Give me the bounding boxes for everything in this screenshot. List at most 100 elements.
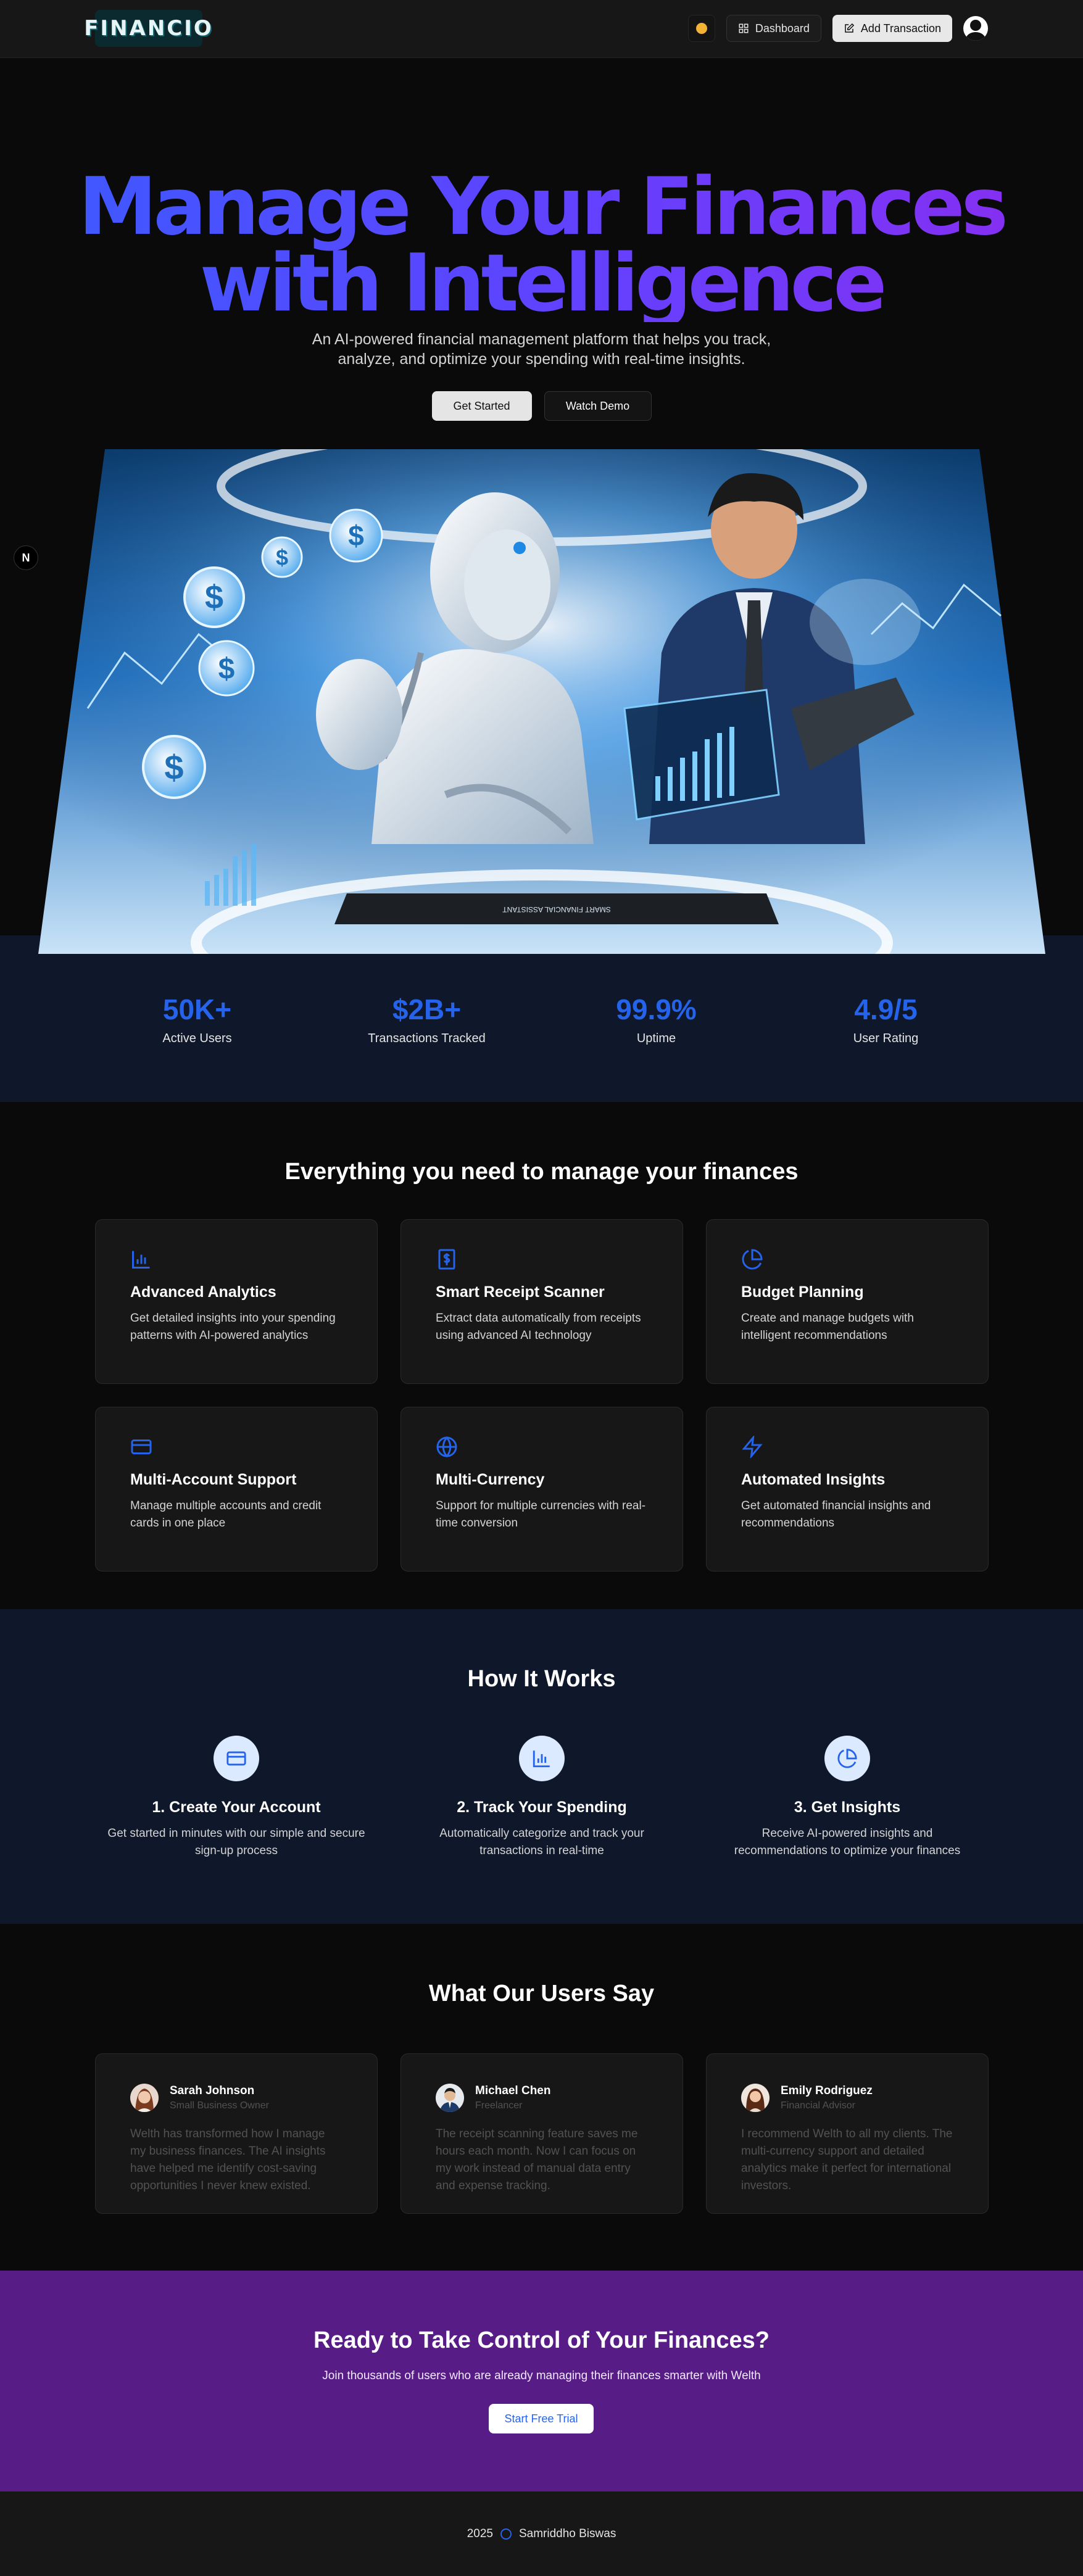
feature-desc: Get detailed insights into your spending…: [130, 1312, 336, 1342]
hero-subtitle-line2: analyze, and optimize your spending with…: [338, 350, 745, 368]
logo[interactable]: FINANCIO: [84, 10, 212, 47]
step-track-spending: 2. Track Your Spending Automatically cat…: [400, 1736, 683, 1860]
get-started-button[interactable]: Get Started: [431, 391, 532, 421]
testimonial-quote: Welth has transformed how I manage my bu…: [130, 2127, 326, 2192]
testimonial-role: Freelancer: [475, 2100, 523, 2111]
feature-desc: Extract data automatically from receipts…: [436, 1312, 641, 1342]
zap-icon: [742, 1435, 763, 1459]
stat-label: Uptime: [636, 1031, 676, 1045]
testimonial-name: Sarah Johnson: [170, 2084, 255, 2097]
pie-chart-icon: [742, 1249, 763, 1270]
watch-demo-button[interactable]: Watch Demo: [544, 391, 652, 421]
feature-card-multi-account: Multi-Account Support Manage multiple ac…: [95, 1407, 378, 1572]
dashboard-label: Dashboard: [755, 22, 810, 35]
testimonial-quote: The receipt scanning feature saves me ho…: [436, 2127, 638, 2192]
feature-card-analytics: Advanced Analytics Get detailed insights…: [95, 1219, 378, 1384]
avatar: [741, 2084, 770, 2112]
hero-subtitle-line1: An AI-powered financial management platf…: [312, 331, 771, 348]
stat-value: 99.9%: [616, 993, 697, 1025]
how-title: How It Works: [467, 1666, 616, 1692]
feature-desc: Get automated financial insights and rec…: [741, 1499, 931, 1530]
features-section: Everything you need to manage your finan…: [0, 1102, 1083, 1609]
hero-title-line1: Manage Your Finances: [78, 161, 1005, 253]
user-avatar[interactable]: [963, 16, 988, 41]
testimonials-grid: Sarah Johnson Small Business Owner Welth…: [95, 2053, 989, 2214]
layout-dashboard-icon: [739, 23, 749, 33]
feature-title: Multi-Account Support: [130, 1471, 297, 1488]
feature-title: Advanced Analytics: [130, 1283, 276, 1301]
testimonials-section: What Our Users Say Sarah Johnson Small B…: [0, 1924, 1083, 2271]
step-icon-circle: [519, 1736, 565, 1781]
stat-label: Transactions Tracked: [368, 1031, 486, 1045]
avatar: [130, 2084, 159, 2112]
stat-active-users: 50K+ Active Users: [83, 992, 312, 1046]
footer: 2025 Samriddho Biswas: [0, 2491, 1083, 2576]
hero-image-caption: SMART FINANCIAL ASSISTANT: [502, 905, 611, 914]
stat-value: $2B+: [392, 993, 462, 1025]
stat-label: Active Users: [162, 1031, 232, 1045]
svg-text:$: $: [164, 748, 183, 787]
hero-subtitle: An AI-powered financial management platf…: [0, 329, 1083, 369]
testimonial-person: Michael Chen Freelancer: [436, 2084, 648, 2112]
add-transaction-button[interactable]: Add Transaction: [832, 15, 952, 42]
bar-chart-icon: [533, 1750, 550, 1768]
feature-desc: Create and manage budgets with intellige…: [741, 1312, 914, 1342]
stat-transactions: $2B+ Transactions Tracked: [312, 992, 542, 1046]
stat-value: 4.9/5: [854, 993, 918, 1025]
stat-label: User Rating: [853, 1031, 919, 1045]
step-desc: Automatically categorize and track your …: [439, 1827, 644, 1857]
features-title: Everything you need to manage your finan…: [284, 1159, 799, 1185]
testimonial-name: Emily Rodriguez: [781, 2084, 873, 2097]
testimonial-role: Financial Advisor: [781, 2100, 855, 2111]
svg-text:$: $: [348, 520, 364, 552]
stat-value: 50K+: [162, 993, 232, 1025]
steps-list: 1. Create Your Account Get started in mi…: [95, 1736, 989, 1860]
feature-card-receipt: Smart Receipt Scanner Extract data autom…: [400, 1219, 683, 1384]
step-create-account: 1. Create Your Account Get started in mi…: [95, 1736, 378, 1860]
stat-user-rating: 4.9/5 User Rating: [771, 992, 1001, 1046]
svg-text:$: $: [276, 545, 288, 570]
step-get-insights: 3. Get Insights Receive AI-powered insig…: [706, 1736, 989, 1860]
sun-icon: [695, 23, 707, 34]
stat-uptime: 99.9% Uptime: [542, 992, 771, 1046]
feature-desc: Support for multiple currencies with rea…: [436, 1499, 646, 1530]
receipt-icon: [438, 1249, 455, 1270]
feature-title: Smart Receipt Scanner: [436, 1283, 605, 1301]
hero-buttons: Get Started Watch Demo: [0, 391, 1083, 421]
theme-toggle-button[interactable]: [687, 15, 715, 42]
hero-title-line2: with Intelligence: [199, 238, 884, 329]
feature-title: Budget Planning: [741, 1283, 864, 1301]
feature-card-multi-currency: Multi-Currency Support for multiple curr…: [400, 1407, 683, 1572]
testimonial-name: Michael Chen: [475, 2084, 551, 2097]
dashboard-button[interactable]: Dashboard: [726, 15, 821, 42]
footer-year: 2025: [467, 2527, 493, 2540]
hero-banner-image: $ $ $ $ $ SMART FINANCIAL ASSISTANT: [38, 449, 1045, 954]
nav-actions: Dashboard Add Transaction: [687, 15, 988, 42]
feature-desc: Manage multiple accounts and credit card…: [130, 1499, 322, 1530]
testimonials-title: What Our Users Say: [428, 1981, 655, 2007]
cta-title: Ready to Take Control of Your Finances?: [313, 2327, 770, 2353]
side-badge[interactable]: N: [14, 545, 38, 570]
step-title: 2. Track Your Spending: [457, 1799, 627, 1816]
features-grid: Advanced Analytics Get detailed insights…: [95, 1219, 989, 1572]
feature-title: Multi-Currency: [436, 1471, 545, 1488]
pie-chart-icon: [837, 1749, 857, 1768]
credit-card-icon: [226, 1751, 246, 1766]
footer-author: Samriddho Biswas: [518, 2527, 616, 2540]
svg-text:$: $: [218, 653, 235, 685]
step-icon-circle: [824, 1736, 870, 1781]
avatar: [436, 2084, 464, 2112]
hero-title: Manage Your Finances with Intelligence: [0, 169, 1083, 322]
testimonial-person: Emily Rodriguez Financial Advisor: [741, 2084, 953, 2112]
pen-square-icon: [845, 23, 855, 33]
globe-icon: [436, 1436, 457, 1458]
cta-section: Ready to Take Control of Your Finances? …: [0, 2271, 1083, 2491]
hero-section: Manage Your Finances with Intelligence A…: [0, 58, 1083, 954]
credit-card-icon: [131, 1439, 152, 1454]
add-transaction-label: Add Transaction: [860, 22, 941, 35]
start-free-trial-button[interactable]: Start Free Trial: [489, 2404, 594, 2433]
cta-subtitle: Join thousands of users who are already …: [322, 2369, 761, 2382]
how-it-works-section: How It Works 1. Create Your Account Get …: [0, 1609, 1083, 1924]
step-desc: Get started in minutes with our simple a…: [107, 1827, 365, 1857]
navbar: FINANCIO Dashboard Add Transaction: [0, 0, 1083, 58]
